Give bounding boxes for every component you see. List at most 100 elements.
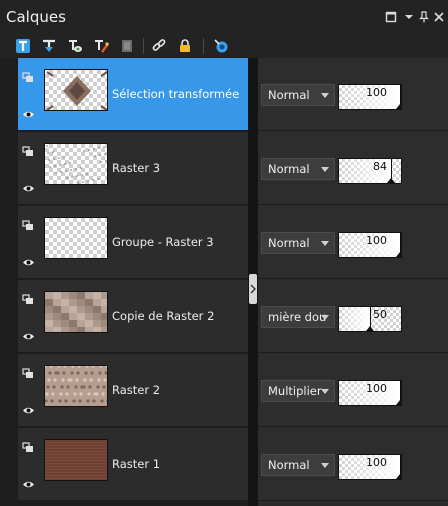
layer-link-icon[interactable] (22, 438, 37, 452)
layer-thumbnail (44, 291, 108, 333)
opacity-slider[interactable]: 100 (338, 232, 402, 258)
blend-mode-dropdown[interactable]: Normal (261, 232, 335, 254)
layer-thumbnail (44, 69, 108, 111)
layer-name[interactable]: Groupe - Raster 3 (112, 235, 214, 249)
chevron-down-icon (321, 167, 329, 172)
eye-icon[interactable] (22, 400, 37, 414)
blend-mode-value: Normal (268, 236, 310, 250)
eye-icon[interactable] (22, 104, 37, 118)
layer-row[interactable]: Copie de Raster 2 (18, 280, 248, 353)
toolbar-separator (143, 38, 144, 54)
layer-properties: Normal 100 Normal 84 Normal 100 mière dou 50 Mul… (258, 58, 448, 506)
layer-link-icon[interactable] (22, 68, 37, 82)
opacity-marker (400, 381, 401, 401)
chevron-down-icon (321, 463, 329, 468)
opacity-value: 84 (373, 160, 387, 173)
layer-properties-row: Normal 100 (258, 58, 448, 131)
opacity-handle-icon[interactable] (396, 104, 401, 109)
delete-layer-icon[interactable] (118, 37, 136, 55)
opacity-marker (370, 307, 371, 327)
blend-mode-value: mière dou (268, 310, 327, 324)
layer-row[interactable]: Raster 2 (18, 354, 248, 427)
layer-properties-row: Multiplier 100 (258, 354, 448, 427)
layer-name[interactable]: Raster 2 (112, 383, 160, 397)
layers-toolbar (0, 34, 448, 58)
layer-row[interactable]: Sélection transformée (18, 58, 248, 131)
layer-thumbnail (44, 439, 108, 481)
blend-mode-dropdown[interactable]: Multiplier (261, 380, 335, 402)
blend-mode-dropdown[interactable]: mière dou (261, 306, 335, 328)
panel-title: Calques (6, 8, 66, 26)
opacity-marker (400, 455, 401, 475)
chevron-down-icon (321, 315, 329, 320)
opacity-slider[interactable]: 84 (338, 158, 402, 184)
blend-mode-dropdown[interactable]: Normal (261, 158, 335, 180)
new-mask-layer-icon[interactable] (66, 37, 84, 55)
pin-icon[interactable] (417, 10, 431, 24)
opacity-handle-icon[interactable] (396, 400, 401, 405)
opacity-slider[interactable]: 100 (338, 454, 402, 480)
layer-name[interactable]: Copie de Raster 2 (112, 309, 214, 323)
new-raster-layer-icon[interactable] (14, 37, 32, 55)
splitter-handle-icon[interactable] (249, 274, 257, 304)
layer-properties-row: Normal 100 (258, 206, 448, 279)
blend-mode-value: Normal (268, 162, 310, 176)
restore-icon[interactable] (384, 10, 398, 24)
eye-icon[interactable] (22, 474, 37, 488)
layers-list: Sélection transformée Raster 3 Groupe - Ra… (0, 58, 448, 506)
chevron-down-icon (321, 93, 329, 98)
blend-mode-dropdown[interactable]: Normal (261, 84, 335, 106)
layer-thumbnail (44, 365, 108, 407)
layer-link-icon[interactable] (22, 216, 37, 230)
eye-icon[interactable] (22, 252, 37, 266)
layer-name[interactable]: Raster 1 (112, 457, 160, 471)
toolbar-separator (203, 38, 204, 54)
opacity-handle-icon[interactable] (396, 252, 401, 257)
layer-row[interactable]: Raster 1 (18, 428, 248, 501)
opacity-slider[interactable]: 100 (338, 380, 402, 406)
layer-properties-row: mière dou 50 (258, 280, 448, 353)
opacity-handle-icon[interactable] (387, 178, 395, 183)
new-adjustment-layer-icon[interactable] (92, 37, 110, 55)
opacity-handle-icon[interactable] (396, 474, 401, 479)
opacity-handle-icon[interactable] (366, 326, 374, 331)
opacity-value: 100 (366, 382, 387, 395)
blend-mode-value: Multiplier (268, 384, 322, 398)
layer-properties-row: Normal 100 (258, 428, 448, 501)
opacity-marker (400, 233, 401, 253)
lock-icon[interactable] (176, 37, 194, 55)
visibility-toggle-icon[interactable] (212, 37, 230, 55)
panel-titlebar: Calques (0, 0, 448, 34)
layer-row[interactable]: Groupe - Raster 3 (18, 206, 248, 279)
opacity-value: 100 (366, 234, 387, 247)
layer-rows: Sélection transformée Raster 3 Groupe - Ra… (18, 58, 248, 506)
layer-thumbnail (44, 143, 108, 185)
blend-mode-value: Normal (268, 88, 310, 102)
layer-name[interactable]: Raster 3 (112, 161, 160, 175)
link-icon[interactable] (150, 37, 168, 55)
layer-row[interactable]: Raster 3 (18, 132, 248, 205)
layer-link-icon[interactable] (22, 142, 37, 156)
close-icon[interactable] (432, 10, 446, 24)
chevron-down-icon (321, 389, 329, 394)
eye-icon[interactable] (22, 326, 37, 340)
layer-name[interactable]: Sélection transformée (112, 87, 239, 101)
chevron-down-icon (321, 241, 329, 246)
opacity-marker (391, 159, 392, 179)
eye-icon[interactable] (22, 178, 37, 192)
opacity-value: 50 (373, 308, 387, 321)
opacity-slider[interactable]: 100 (338, 84, 402, 110)
opacity-value: 100 (366, 456, 387, 469)
layers-gutter (0, 58, 18, 506)
opacity-value: 100 (366, 86, 387, 99)
layer-properties-row: Normal 84 (258, 132, 448, 205)
opacity-marker (400, 85, 401, 105)
blend-mode-dropdown[interactable]: Normal (261, 454, 335, 476)
opacity-slider[interactable]: 50 (338, 306, 402, 332)
blend-mode-value: Normal (268, 458, 310, 472)
dropdown-icon[interactable] (402, 10, 416, 24)
layer-link-icon[interactable] (22, 290, 37, 304)
layer-link-icon[interactable] (22, 364, 37, 378)
new-vector-layer-icon[interactable] (40, 37, 58, 55)
layer-thumbnail (44, 217, 108, 259)
